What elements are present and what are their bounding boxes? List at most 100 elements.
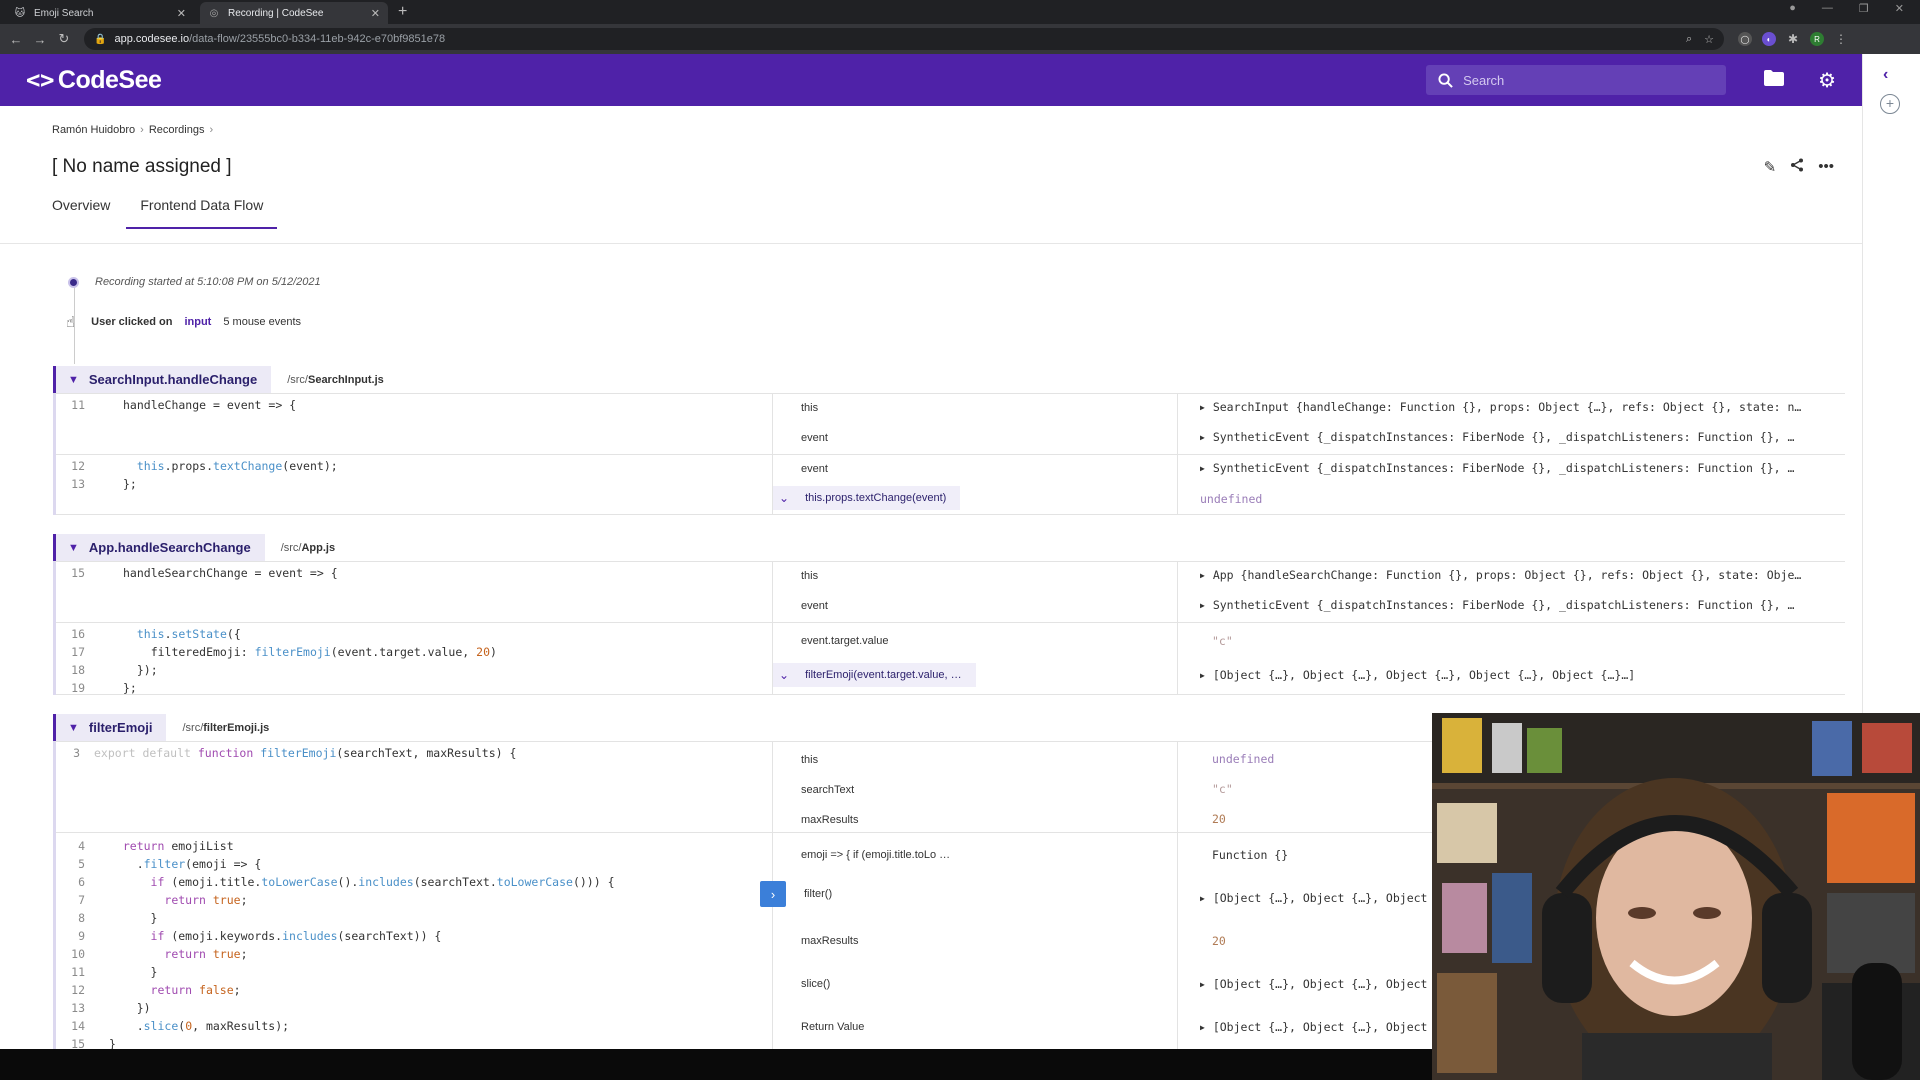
tab-overview[interactable]: Overview [52,197,110,229]
click-target[interactable]: input [184,316,211,328]
call-expression[interactable]: ⌄ this.props.textChange(event) [773,486,961,510]
function-name: SearchInput.handleChange [88,372,258,387]
code-text: } [109,1037,116,1049]
puzzle-icon[interactable]: ✱ [1786,32,1800,46]
reload-icon[interactable]: ↻ [52,31,76,47]
browser-tab-emoji-search[interactable]: 🐱 Emoji Search ✕ [6,2,194,24]
variable-value: undefined [1200,749,1274,769]
line-number: 3 [73,746,80,760]
code-brackets-icon: <> [26,66,54,94]
call-expression[interactable]: ⌄ filterEmoji(event.target.value, … [773,663,976,687]
variable-name: slice() [801,978,831,990]
search-box[interactable] [1426,65,1727,95]
variable-value[interactable]: ▶ [Object {…}, Object {…}, Object {…}, Ob… [1200,665,1635,685]
code-text: return true; [164,947,248,961]
code-text: } [109,911,158,925]
profile-icon[interactable]: ● [1789,2,1796,15]
function-header[interactable]: ▼ SearchInput.handleChange [53,366,272,393]
variable-value[interactable]: ▶ SearchInput {handleChange: Function {},… [1200,397,1801,417]
line-number: 13 [71,1001,85,1015]
bottom-bar [0,1049,1432,1080]
variable-value[interactable]: ▶ SyntheticEvent {_dispatchInstances: Fib… [1200,458,1794,478]
file-path: /src/App.js [281,542,335,554]
code-text: return emojiList [122,839,234,853]
value-text: App {handleSearchChange: Function {}, pr… [1212,568,1802,582]
restore-icon[interactable]: ❐ [1859,2,1869,15]
forward-icon[interactable]: → [28,32,52,47]
tab-frontend-data-flow[interactable]: Frontend Data Flow [126,197,278,229]
search-input[interactable] [1463,72,1704,88]
code-line: 15 handleSearchChange = event => { [56,564,772,582]
menu-dots-icon[interactable]: ⋮ [1834,32,1848,46]
cat-favicon-icon: 🐱 [14,7,26,19]
zoom-icon[interactable]: ⌕ [1686,33,1692,46]
code-text: if (emoji.title.toLowerCase().includes(s… [150,875,615,889]
variable-value[interactable]: ▶ [Object {…}, Object {…}, Object [1200,888,1427,908]
function-name: filterEmoji [88,720,153,735]
close-tab-icon[interactable]: ✕ [177,7,186,20]
new-tab-button[interactable]: + [398,2,407,24]
divider [0,243,1862,244]
back-icon[interactable]: ← [4,32,28,47]
folder-icon[interactable] [1764,69,1785,92]
code-line: 8 } [56,909,772,927]
file-dir: /src/ [287,373,308,386]
function-header[interactable]: ▼ filterEmoji [53,714,167,741]
call-expression-label: filter() [804,888,833,900]
extension-icon[interactable]: ◐ [1762,32,1776,46]
code-line: 7 return true; [56,891,772,909]
avatar[interactable]: R [1810,32,1824,46]
chevron-down-icon: ⌄ [779,668,790,682]
search-icon [1438,72,1453,88]
call-expression[interactable]: › filter() [760,881,833,907]
bookmark-star-icon[interactable]: ☆ [1704,33,1714,46]
variable-name: this [801,754,819,766]
variable-value[interactable]: ▶ SyntheticEvent {_dispatchInstances: Fib… [1200,595,1794,615]
expand-triangle-icon: ▶ [1200,600,1205,610]
chevron-down-icon: ⌄ [779,491,790,505]
code-line: 17 filteredEmoji: filterEmoji(event.targ… [56,643,772,661]
expand-triangle-icon: ▶ [1200,893,1205,903]
breadcrumb: Ramón Huidobro › Recordings › [52,124,218,136]
function-block-app: ▼ App.handleSearchChange /src/App.js 15 h… [53,534,1845,695]
variable-value[interactable]: ▶ [Object {…}, Object {…}, Object [1200,974,1427,994]
close-tab-icon[interactable]: ✕ [371,7,380,20]
breadcrumb-recordings[interactable]: Recordings [149,124,205,136]
chevron-left-icon[interactable]: ‹ [1883,66,1888,84]
brand-name: CodeSee [57,65,162,94]
function-header[interactable]: ▼ App.handleSearchChange [53,534,265,561]
expand-triangle-icon: ▶ [1200,432,1205,442]
pencil-icon[interactable]: ✎ [1764,158,1777,176]
browser-tab-recording[interactable]: ◎ Recording | CodeSee ✕ [200,2,388,24]
breadcrumb-user[interactable]: Ramón Huidobro [52,124,135,136]
chevron-right-icon[interactable]: › [760,881,786,907]
mouse-events-count: 5 mouse events [223,316,302,328]
variable-value[interactable]: ▶ SyntheticEvent {_dispatchInstances: Fib… [1200,427,1794,447]
gear-icon[interactable]: ⚙ [1818,68,1836,93]
codesee-logo[interactable]: <> CodeSee [26,65,162,95]
webcam-image [1432,713,1920,1080]
code-text: return true; [164,893,248,907]
value-text: SyntheticEvent {_dispatchInstances: Fibe… [1212,430,1795,444]
share-icon[interactable] [1790,158,1804,176]
url-field[interactable]: 🔒 app.codesee.io /data-flow/23555bc0-b33… [84,28,1724,50]
extension-icon[interactable]: ◯ [1738,32,1752,46]
variable-name: maxResults [801,814,859,826]
line-number: 8 [78,911,85,925]
variable-value[interactable]: ▶ App {handleSearchChange: Function {}, p… [1200,565,1801,585]
minimize-icon[interactable]: — [1822,2,1833,15]
more-dots-icon[interactable]: ••• [1818,158,1834,176]
variable-name: event.target.value [801,635,889,647]
add-icon[interactable]: + [1880,94,1900,114]
close-window-icon[interactable]: ✕ [1895,2,1904,15]
codesee-favicon-icon: ◎ [209,7,219,19]
recording-start-event: Recording started at 5:10:08 PM on 5/12/… [68,276,321,288]
code-text: .filter(emoji => { [109,857,262,871]
expand-triangle-icon: ▶ [1200,570,1205,580]
call-expression-label: this.props.textChange(event) [805,492,947,504]
code-text: return false; [150,983,241,997]
line-number: 9 [78,929,85,943]
click-event-label: User clicked on [91,316,173,328]
variable-value[interactable]: ▶ [Object {…}, Object {…}, Object [1200,1017,1427,1037]
variable-name: event [801,600,828,612]
